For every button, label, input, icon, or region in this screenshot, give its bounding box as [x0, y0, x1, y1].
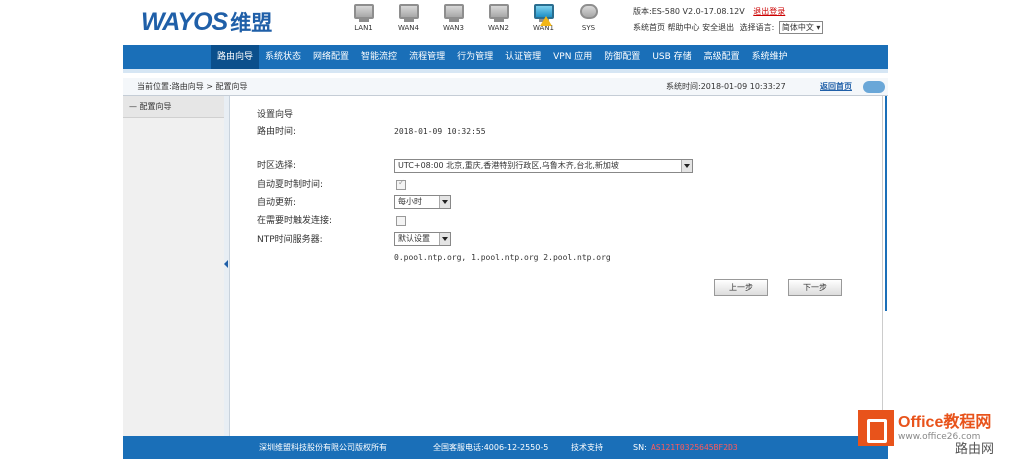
sidebar-item-config-wizard[interactable]: — 配置向导	[123, 96, 224, 118]
port-wan2[interactable]: WAN2	[476, 4, 521, 32]
footer: 深圳维盟科技股份有限公司版权所有 全国客服电话:4006-12-2550-5 技…	[123, 436, 888, 459]
nav-network-config[interactable]: 网络配置	[307, 45, 355, 69]
sn-value: AS121T0325645BF2D3	[651, 443, 738, 452]
page-title: 设置向导	[257, 110, 294, 120]
monitor-icon	[398, 4, 419, 19]
port-wan1[interactable]: WAN1	[521, 4, 566, 32]
copyright-text: 深圳维盟科技股份有限公司版权所有	[259, 443, 387, 452]
support-link[interactable]: 技术支持	[571, 436, 603, 459]
help-link[interactable]: 帮助中心	[668, 23, 700, 32]
port-lan1[interactable]: LAN1	[341, 4, 386, 32]
port-sys[interactable]: SYS	[566, 4, 611, 32]
nav-advanced[interactable]: 高级配置	[698, 45, 746, 69]
nav-behavior-mgmt[interactable]: 行为管理	[451, 45, 499, 69]
timezone-label: 时区选择:	[257, 161, 297, 171]
nav-auth-mgmt[interactable]: 认证管理	[499, 45, 547, 69]
next-button[interactable]: 下一步	[788, 279, 842, 296]
warning-icon	[540, 16, 552, 26]
auto-update-select[interactable]: 每小时	[394, 195, 451, 209]
sidebar: — 配置向导	[123, 96, 225, 436]
logout-link[interactable]: 退出登录	[753, 7, 785, 16]
nav-vpn[interactable]: VPN 应用	[547, 45, 598, 69]
logo-text: WAYOS	[141, 7, 228, 36]
chevron-down-icon	[439, 233, 450, 245]
language-label: 选择语言:	[739, 23, 775, 32]
nav-process-mgmt[interactable]: 流程管理	[403, 45, 451, 69]
nav-flow-control[interactable]: 智能流控	[355, 45, 403, 69]
header: WAYOS 维盟 LAN1 WAN4 WAN3 WAN2 WAN1 SYS 版本…	[123, 0, 888, 44]
home-link[interactable]: 系统首页	[633, 23, 665, 32]
monitor-icon	[353, 4, 374, 19]
reconnect-checkbox[interactable]	[396, 216, 406, 226]
nav-defense[interactable]: 防御配置	[598, 45, 646, 69]
watermark-corner: 路由网	[955, 442, 995, 457]
watermark-brand: Office教程网	[898, 414, 992, 431]
main-nav: 路由向导 系统状态 网络配置 智能流控 流程管理 行为管理 认证管理 VPN 应…	[123, 45, 888, 69]
port-wan3[interactable]: WAN3	[431, 4, 476, 32]
sn-label: SN:	[633, 443, 647, 452]
prev-button[interactable]: 上一步	[714, 279, 768, 296]
breadcrumb: 当前位置:路由向导 > 配置向导 系统时间:2018-01-09 10:33:2…	[123, 78, 888, 96]
hotline-text: 全国客服电话:4006-12-2550-5	[433, 443, 549, 452]
scrollbar[interactable]	[882, 96, 888, 436]
nav-system-status[interactable]: 系统状态	[259, 45, 307, 69]
chevron-down-icon	[681, 160, 692, 172]
port-wan4[interactable]: WAN4	[386, 4, 431, 32]
router-time-label: 路由时间:	[257, 127, 297, 137]
collapse-arrow-icon	[224, 260, 228, 268]
router-admin-window: WAYOS 维盟 LAN1 WAN4 WAN3 WAN2 WAN1 SYS 版本…	[123, 0, 888, 459]
auto-dst-checkbox[interactable]	[396, 178, 406, 190]
system-time: 系统时间:2018-01-09 10:33:27	[666, 82, 786, 91]
router-time-value: 2018-01-09 10:32:55	[394, 127, 486, 136]
ntp-server-label: NTP时间服务器:	[257, 235, 323, 245]
safe-exit-link[interactable]: 安全退出	[702, 23, 734, 32]
back-home-link[interactable]: 返回首页	[820, 78, 852, 96]
monitor-icon	[488, 4, 509, 19]
wizard-panel: 设置向导 路由时间: 2018-01-09 10:32:55 时区选择: UTC…	[230, 96, 882, 436]
breadcrumb-path: 当前位置:路由向导 > 配置向导	[137, 82, 248, 91]
logo-cn: 维盟	[230, 11, 273, 35]
reconnect-label: 在需要时触发连接:	[257, 216, 333, 226]
logo: WAYOS 维盟	[141, 6, 272, 38]
ntp-server-list: 0.pool.ntp.org, 1.pool.ntp.org 2.pool.nt…	[394, 253, 611, 262]
nav-route-wizard[interactable]: 路由向导	[211, 45, 260, 69]
chevron-down-icon	[439, 196, 450, 208]
language-select[interactable]: 简体中文 ▾	[778, 21, 824, 34]
system-info: 版本:ES-580 V2.0-17.08.12V 退出登录 系统首页 帮助中心 …	[633, 4, 824, 36]
monitor-icon	[443, 4, 464, 19]
nav-usb-storage[interactable]: USB 存储	[646, 45, 697, 69]
nav-maintenance[interactable]: 系统维护	[746, 45, 794, 69]
office-logo-icon	[858, 410, 894, 446]
ntp-server-select[interactable]: 默认设置	[394, 232, 451, 246]
tools-icon	[579, 4, 598, 19]
timezone-select[interactable]: UTC+08:00 北京,重庆,香港特别行政区,乌鲁木齐,台北,新加坡	[394, 159, 693, 173]
version-text: ES-580 V2.0-17.08.12V	[651, 7, 745, 16]
port-status-bar: LAN1 WAN4 WAN3 WAN2 WAN1 SYS	[341, 4, 611, 32]
auto-update-label: 自动更新:	[257, 198, 297, 208]
auto-dst-label: 自动夏时制时间:	[257, 180, 324, 190]
back-arrow-icon[interactable]	[863, 81, 885, 93]
